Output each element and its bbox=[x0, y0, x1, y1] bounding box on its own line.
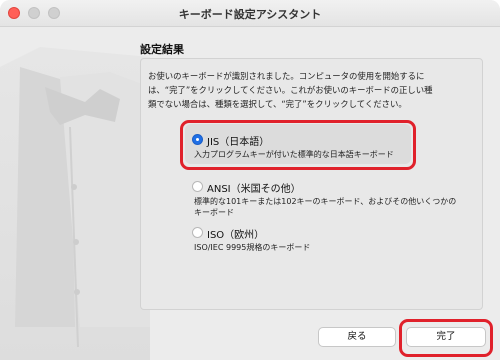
option-label: ISO（欧州） bbox=[207, 230, 265, 241]
option-label: ANSI（米国その他） bbox=[207, 184, 301, 195]
back-button[interactable]: 戻る bbox=[318, 327, 396, 347]
option-description-line: キーボード bbox=[194, 208, 234, 217]
option-description-line: ISO/IEC 9995規格のキーボード bbox=[194, 243, 311, 252]
option-description-line: 標準的な101キーまたは102キーのキーボード、およびその他いくつかの bbox=[194, 197, 457, 206]
description-text: お使いのキーボードが識別されました。コンピュータの使用を開始するに は、“完了”… bbox=[148, 69, 478, 111]
radio-ansi[interactable] bbox=[192, 181, 203, 192]
window-title: キーボード設定アシスタント bbox=[178, 8, 322, 21]
radio-iso[interactable] bbox=[192, 227, 203, 238]
tuxedo-illustration bbox=[0, 47, 150, 360]
section-title: 設定結果 bbox=[140, 43, 184, 56]
assistant-window: キーボード設定アシスタント 設定結果 お使いのキーボードが識別されました。コンピ… bbox=[0, 0, 500, 360]
highlight-callout-jis bbox=[180, 120, 416, 170]
highlight-callout-done bbox=[399, 319, 493, 357]
option-description: ISO/IEC 9995規格のキーボード bbox=[194, 242, 310, 253]
description-line: は、“完了”をクリックしてください。これがお使いのキーボードの正しい種 bbox=[148, 85, 433, 95]
title-bar: キーボード設定アシスタント bbox=[0, 0, 500, 27]
description-line: お使いのキーボードが識別されました。コンピュータの使用を開始するに bbox=[148, 71, 425, 81]
description-line: 類でない場合は、種類を選択して、“完了”をクリックしてください。 bbox=[148, 99, 407, 109]
option-description: 標準的な101キーまたは102キーのキーボード、およびその他いくつかの キーボー… bbox=[194, 196, 456, 218]
